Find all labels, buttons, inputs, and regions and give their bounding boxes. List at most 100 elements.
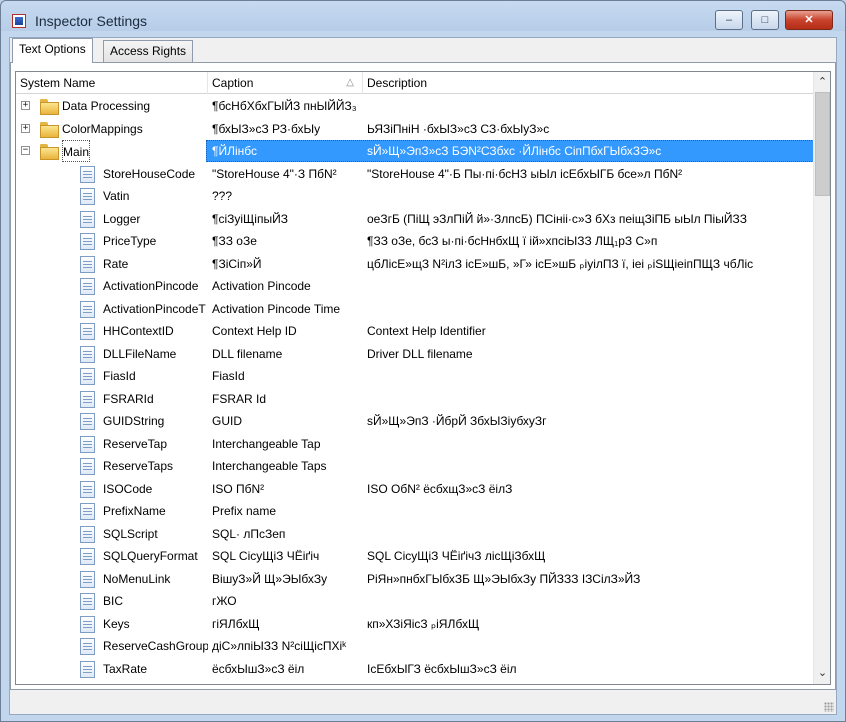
- tree-item-row[interactable]: ISOCode ISO ПбN² ISO ОбN² ёсбхщЗ»сЗ ёілЗ: [16, 478, 814, 501]
- tree-folder-row[interactable]: + ColorMappings ¶бхЫЗ»сЗ РЗ·бхЫу ЬЯЗіПніН ·…: [16, 118, 814, 141]
- tree-item-row[interactable]: ReserveTap Interchangeable Tap: [16, 433, 814, 456]
- description-cell[interactable]: ЬЯЗіПніН ·бхЫЗ»сЗ СЗ·бхЫуЗ»с: [363, 118, 814, 140]
- tab-text-options[interactable]: Text Options: [12, 38, 93, 63]
- caption-cell[interactable]: ¶ЗЗ оЗе: [208, 230, 363, 252]
- description-cell[interactable]: Driver DLL filename: [363, 343, 814, 365]
- system-name-label: ActivationPincodeT: [103, 301, 206, 316]
- description-cell[interactable]: sЙ»Щ»ЭпЗ ·ЙбрЙ ЗбхЫЗіубхуЗг: [363, 410, 814, 432]
- caption-cell[interactable]: Interchangeable Taps: [208, 455, 363, 477]
- description-cell[interactable]: sЙ»Щ»ЭпЗ»сЗ БЭN²СЗбхс ·ЙЛінбс СіпПбхГЫбх…: [363, 140, 814, 162]
- caption-cell[interactable]: ¶бсНбХбхГЫЙЗ пнЫЙЙЗ₃: [208, 95, 363, 117]
- caption-cell[interactable]: ISO ПбN²: [208, 478, 363, 500]
- caption-cell[interactable]: Interchangeable Tap: [208, 433, 363, 455]
- tree-item-row[interactable]: SQLScript SQL· лПсЗеп: [16, 523, 814, 546]
- description-cell[interactable]: ISO ОбN² ёсбхщЗ»сЗ ёілЗ: [363, 478, 814, 500]
- description-cell[interactable]: ІсЕбхЫГЗ ёсбхЫшЗ»сЗ ёіл: [363, 658, 814, 680]
- description-cell[interactable]: [363, 455, 814, 477]
- tree-item-row[interactable]: PrefixName Prefix name: [16, 500, 814, 523]
- description-cell[interactable]: [363, 523, 814, 545]
- caption-cell[interactable]: діС»лпіЫЗЗ N²сіЩісПХіᵏ: [208, 635, 363, 657]
- close-button[interactable]: ✕: [785, 10, 833, 30]
- description-cell[interactable]: [363, 388, 814, 410]
- description-cell[interactable]: [363, 298, 814, 320]
- caption-cell[interactable]: Context Help ID: [208, 320, 363, 342]
- caption-cell[interactable]: "StoreHouse 4"·З ПбN²: [208, 163, 363, 185]
- tree-item-row[interactable]: BIC гЖО: [16, 590, 814, 613]
- description-cell[interactable]: [363, 275, 814, 297]
- caption-cell[interactable]: ¶ЙЛінбс: [208, 140, 363, 162]
- caption-cell[interactable]: ¶сіЗуіЩіпыЙЗ: [208, 208, 363, 230]
- caption-cell[interactable]: Activation Pincode: [208, 275, 363, 297]
- caption-cell[interactable]: GUID: [208, 410, 363, 432]
- tree-item-row[interactable]: ReserveCashGroup діС»лпіЫЗЗ N²сіЩісПХіᵏ: [16, 635, 814, 658]
- tree-item-row[interactable]: NoMenuLink ВішуЗ»Й Щ»ЭЫбхЗу РіЯн»пнбхГЫбхЗ…: [16, 568, 814, 591]
- tree-item-row[interactable]: HHContextID Context Help ID Context Help I…: [16, 320, 814, 343]
- column-header-system-name[interactable]: System Name: [16, 72, 208, 94]
- tab-access-rights[interactable]: Access Rights: [103, 40, 194, 62]
- caption-cell[interactable]: гЖО: [208, 590, 363, 612]
- tree-item-row[interactable]: StoreHouseCode "StoreHouse 4"·З ПбN² "Stor…: [16, 163, 814, 186]
- tree-item-row[interactable]: ActivationPincode Activation Pincode: [16, 275, 814, 298]
- caption-cell[interactable]: SQL· лПсЗеп: [208, 523, 363, 545]
- description-cell[interactable]: [363, 185, 814, 207]
- description-cell[interactable]: [363, 590, 814, 612]
- caption-cell[interactable]: ёсбхЫшЗ»сЗ ёіл: [208, 658, 363, 680]
- scrollbar-thumb[interactable]: [815, 92, 830, 196]
- caption-cell[interactable]: ¶ЗіСіп»Й: [208, 253, 363, 275]
- caption-cell[interactable]: ???: [208, 185, 363, 207]
- resize-grip-icon[interactable]: [824, 702, 834, 712]
- description-cell[interactable]: [363, 95, 814, 117]
- collapse-icon[interactable]: −: [21, 146, 30, 155]
- tree-item-row[interactable]: Keys гіЯЛбхЩ кп»ХЗіЯісЗ ₚіЯЛбхЩ: [16, 613, 814, 636]
- tree-item-row[interactable]: Rate ¶ЗіСіп»Й цбЛісЕ»щЗ N²ілЗ ісЕ»шБ, »Г» …: [16, 253, 814, 276]
- caption-cell[interactable]: DLL filename: [208, 343, 363, 365]
- caption-cell[interactable]: гіЯЛбхЩ: [208, 613, 363, 635]
- description-cell[interactable]: РіЯн»пнбхГЫбхЗБ Щ»ЭЫбхЗу ПЙЗЗЗ ІЗСілЗ»ЙЗ: [363, 568, 814, 590]
- app-icon: [12, 14, 26, 28]
- caption-cell[interactable]: FSRAR Id: [208, 388, 363, 410]
- tree-item-row[interactable]: FSRARId FSRAR Id: [16, 388, 814, 411]
- tree-item-row[interactable]: GUIDString GUID sЙ»Щ»ЭпЗ ·ЙбрЙ ЗбхЫЗіубхуЗ…: [16, 410, 814, 433]
- description-cell[interactable]: [363, 365, 814, 387]
- system-name-cell: + ColorMappings: [16, 118, 208, 140]
- caption-cell[interactable]: FiasId: [208, 365, 363, 387]
- description-cell[interactable]: [363, 635, 814, 657]
- tree-folder-row[interactable]: − Main ¶ЙЛінбс sЙ»Щ»ЭпЗ»сЗ БЭN²СЗбхс ·ЙЛінб…: [16, 140, 814, 163]
- caption-cell[interactable]: SQL СісуЩіЗ ЧЁіґіч: [208, 545, 363, 567]
- tree-item-row[interactable]: FiasId FiasId: [16, 365, 814, 388]
- tree-item-row[interactable]: TaxRate ёсбхЫшЗ»сЗ ёіл ІсЕбхЫГЗ ёсбхЫшЗ»сЗ…: [16, 658, 814, 681]
- expand-icon[interactable]: +: [21, 101, 30, 110]
- vertical-scrollbar[interactable]: ⌃ ⌄: [813, 72, 830, 684]
- tree-item-row[interactable]: DLLFileName DLL filename Driver DLL filena…: [16, 343, 814, 366]
- tree-item-row[interactable]: PriceType ¶ЗЗ оЗе ¶ЗЗ оЗе, бсЗ ы·пі·бсНнбх…: [16, 230, 814, 253]
- tree-item-row[interactable]: SQLQueryFormat SQL СісуЩіЗ ЧЁіґіч SQL Сісу…: [16, 545, 814, 568]
- maximize-button[interactable]: □: [751, 10, 779, 30]
- description-cell[interactable]: [363, 500, 814, 522]
- system-name-cell: StoreHouseCode: [16, 163, 208, 185]
- title-bar[interactable]: Inspector Settings – □ ✕: [1, 1, 845, 37]
- tree-folder-row[interactable]: + Data Processing ¶бсНбХбхГЫЙЗ пнЫЙЙЗ₃: [16, 95, 814, 118]
- description-cell[interactable]: SQL СісуЩіЗ ЧЁіґічЗ лісЩіЗбхЩ: [363, 545, 814, 567]
- tree-item-row[interactable]: Vatin???: [16, 185, 814, 208]
- column-header-caption-label: Caption: [212, 76, 254, 90]
- description-cell[interactable]: кп»ХЗіЯісЗ ₚіЯЛбхЩ: [363, 613, 814, 635]
- expand-icon[interactable]: +: [21, 123, 30, 133]
- tree-item-row[interactable]: Logger ¶сіЗуіЩіпыЙЗ оеЗгБ (ПіЩ эЗлПіЙ й»·З…: [16, 208, 814, 231]
- column-header-caption[interactable]: Caption △: [208, 72, 363, 94]
- column-header-description[interactable]: Description: [363, 72, 814, 94]
- description-cell[interactable]: [363, 433, 814, 455]
- description-cell[interactable]: ¶ЗЗ оЗе, бсЗ ы·пі·бсНнбхЩ ї ій»хпсіЫЗЗ Л…: [363, 230, 814, 252]
- caption-cell[interactable]: Prefix name: [208, 500, 363, 522]
- description-cell[interactable]: "StoreHouse 4"·Б Пы·пі·бсНЗ ыЫл ісЕбхЫГБ…: [363, 163, 814, 185]
- tree-item-row[interactable]: ActivationPincodeT Activation Pincode Tim…: [16, 298, 814, 321]
- description-cell[interactable]: оеЗгБ (ПіЩ эЗлПіЙ й»·ЗлпсБ) ПСініі·с»З б…: [363, 208, 814, 230]
- minimize-button[interactable]: –: [715, 10, 743, 30]
- tree-item-row[interactable]: ReserveTaps Interchangeable Taps: [16, 455, 814, 478]
- caption-cell[interactable]: ¶бхЫЗ»сЗ РЗ·бхЫу: [208, 118, 363, 140]
- caption-cell[interactable]: ВішуЗ»Й Щ»ЭЫбхЗу: [208, 568, 363, 590]
- description-cell[interactable]: Context Help Identifier: [363, 320, 814, 342]
- scroll-up-icon[interactable]: ⌃: [814, 74, 830, 91]
- description-cell[interactable]: цбЛісЕ»щЗ N²ілЗ ісЕ»шБ, »Г» ісЕ»шБ ₚіуіл…: [363, 253, 814, 275]
- caption-cell[interactable]: Activation Pincode Time: [208, 298, 363, 320]
- scroll-down-icon[interactable]: ⌄: [814, 665, 830, 682]
